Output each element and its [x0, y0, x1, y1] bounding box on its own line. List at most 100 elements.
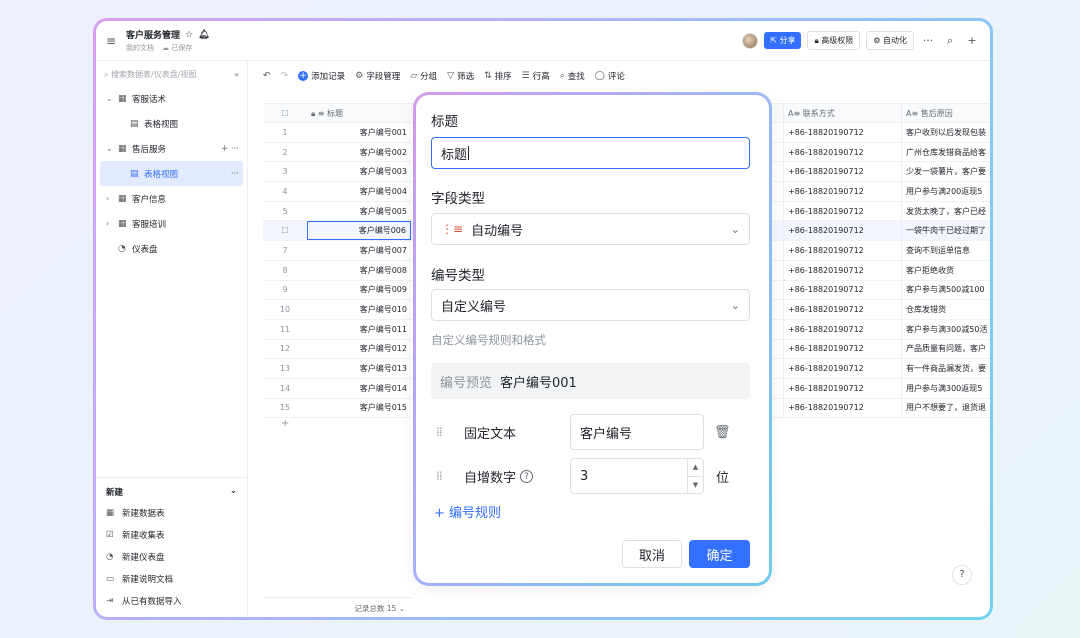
plus-icon[interactable]: + [964, 34, 980, 47]
collapse-sidebar-icon[interactable]: « [234, 70, 239, 79]
chevron-down-icon[interactable]: ⌄ [106, 94, 118, 103]
chevron-right-icon[interactable]: › [106, 194, 118, 203]
cell-reason[interactable]: 有一件商品漏发货，要 [901, 359, 990, 378]
cell-title[interactable]: 客户编号011 [307, 324, 411, 335]
share-button[interactable]: ⇱ 分享 [764, 32, 802, 49]
comment-button[interactable]: ◯ 评论 [595, 70, 625, 82]
stepper-down-icon[interactable]: ▼ [688, 475, 703, 494]
cell-contact[interactable]: +86-18820190712 [783, 142, 901, 162]
row-index[interactable]: 2 [263, 148, 307, 157]
cell-reason[interactable]: 客户参与满300减50活 [901, 319, 990, 339]
advanced-permission-button[interactable]: 🔒︎ 高级权限 [807, 31, 861, 50]
sidebar-item-service-script[interactable]: ⌄ ▦ 客服话术 [96, 86, 247, 111]
cell-reason[interactable]: 一袋牛肉干已经过期了 [901, 221, 990, 241]
group-button[interactable]: ▱ 分组 [410, 70, 437, 82]
cell-reason[interactable]: 用户不想要了，退货退 [901, 398, 990, 418]
column-header-contact[interactable]: A≡ 联系方式 [783, 104, 901, 122]
row-index[interactable]: 13 [263, 364, 307, 373]
new-dashboard-item[interactable]: ◔ 新建仪表盘 [96, 546, 247, 568]
new-section-header[interactable]: 新建 ⌄ [96, 478, 247, 502]
drag-handle-icon[interactable]: ⁞⁞ [436, 469, 452, 483]
cell-contact[interactable]: +86-18820190712 [783, 182, 901, 201]
cancel-button[interactable]: 取消 [622, 540, 682, 568]
filter-button[interactable]: ▽ 筛选 [447, 70, 474, 82]
cell-reason[interactable]: 仓库发错货 [901, 300, 990, 319]
cell-title[interactable]: 客户编号010 [307, 304, 411, 315]
cell-contact[interactable]: +86-18820190712 [783, 378, 901, 398]
confirm-button[interactable]: 确定 [689, 540, 750, 568]
add-rule-button[interactable]: + 编号规则 [434, 502, 501, 521]
chevron-down-icon[interactable]: ⌄ [230, 486, 237, 498]
row-height-button[interactable]: ☰ 行高 [522, 70, 550, 82]
row-index[interactable]: 8 [263, 266, 307, 275]
row-index[interactable]: 14 [263, 384, 307, 393]
cell-title[interactable]: 客户编号014 [307, 383, 411, 394]
cell-reason[interactable]: 查询不到运单信息 [901, 241, 990, 260]
cell-title[interactable]: 客户编号007 [307, 245, 411, 256]
more-icon[interactable]: ··· [920, 34, 936, 47]
stepper-up-icon[interactable]: ▲ [688, 459, 703, 476]
cell-contact[interactable]: +86-18820190712 [783, 241, 901, 260]
cell-title[interactable]: 客户编号001 [307, 127, 411, 138]
cell-title[interactable]: 客户编号005 [307, 206, 411, 217]
sidebar-search[interactable]: ⌕ 搜索数据表/仪表盘/视图 « [104, 69, 239, 80]
chevron-right-icon[interactable]: › [106, 219, 118, 228]
digits-stepper[interactable]: 3 ▲ ▼ [570, 458, 704, 494]
sidebar-item-grid-view-active[interactable]: ▤ 表格视图 ··· [100, 161, 243, 186]
row-index[interactable]: 3 [263, 167, 307, 176]
cell-contact[interactable]: +86-18820190712 [783, 359, 901, 378]
cell-contact[interactable]: +86-18820190712 [783, 398, 901, 418]
new-doc-item[interactable]: ▭ 新建说明文档 [96, 568, 247, 590]
cell-contact[interactable]: +86-18820190712 [783, 123, 901, 142]
help-icon[interactable]: ? [952, 565, 972, 585]
row-index[interactable]: 12 [263, 344, 307, 353]
cell-reason[interactable]: 广州仓库发错商品给客 [901, 142, 990, 162]
number-type-select[interactable]: 自定义编号 ⌄ [431, 289, 750, 321]
cell-contact[interactable]: +86-18820190712 [783, 260, 901, 280]
new-table-item[interactable]: ▦ 新建数据表 [96, 502, 247, 524]
cell-contact[interactable]: +86-18820190712 [783, 162, 901, 182]
sidebar-item-dashboard[interactable]: ◔ 仪表盘 [96, 236, 247, 261]
cell-title[interactable]: 客户编号006 [307, 221, 411, 241]
row-index[interactable]: 5 [263, 207, 307, 216]
row-index[interactable]: 4 [263, 187, 307, 196]
column-header-title[interactable]: 🔒︎ ≡ 标题 [307, 108, 411, 119]
automation-button[interactable]: ⚙ 自动化 [866, 31, 914, 50]
redo-icon[interactable]: ↷ [281, 71, 289, 81]
find-button[interactable]: ⌕ 查找 [560, 70, 585, 82]
field-manage-button[interactable]: ⚙ 字段管理 [355, 70, 400, 82]
new-form-item[interactable]: ☑ 新建收集表 [96, 524, 247, 546]
row-index[interactable]: 7 [263, 246, 307, 255]
cell-reason[interactable]: 客户收到以后发现包装 [901, 123, 990, 142]
cell-title[interactable]: 客户编号002 [307, 147, 411, 158]
title-input[interactable]: 标题 [431, 137, 750, 169]
cell-contact[interactable]: +86-18820190712 [783, 221, 901, 241]
cell-reason[interactable]: 客户拒绝收货 [901, 260, 990, 280]
add-record-button[interactable]: + 添加记录 [298, 70, 345, 82]
row-index[interactable]: 9 [263, 285, 307, 294]
cell-title[interactable]: 客户编号015 [307, 402, 411, 413]
drag-handle-icon[interactable]: ⁞⁞ [436, 425, 452, 439]
row-index[interactable]: 15 [263, 403, 307, 412]
row-index[interactable]: 11 [263, 325, 307, 334]
cell-title[interactable]: 客户编号013 [307, 363, 411, 374]
sidebar-item-after-sales[interactable]: ⌄ ▦ 售后服务 + ··· [96, 136, 247, 161]
add-more-icon[interactable]: + ··· [221, 144, 239, 154]
cell-title[interactable]: 客户编号004 [307, 186, 411, 197]
cell-contact[interactable]: +86-18820190712 [783, 339, 901, 359]
cell-reason[interactable]: 用户参与满200返现5 [901, 182, 990, 201]
cell-reason[interactable]: 用户参与满300返现5 [901, 378, 990, 398]
cell-contact[interactable]: +86-18820190712 [783, 300, 901, 319]
doc-title[interactable]: 客户服务管理 [126, 28, 180, 41]
sidebar-item-customer-info[interactable]: › ▦ 客户信息 [96, 186, 247, 211]
row-index[interactable]: 1 [263, 128, 307, 137]
menu-icon[interactable]: ≡ [106, 34, 122, 48]
trash-icon[interactable]: 🗑︎ [714, 425, 731, 440]
sort-button[interactable]: ⇅ 排序 [484, 70, 512, 82]
bell-icon[interactable]: 🔔︎ [198, 30, 209, 40]
import-data-item[interactable]: ⇥ 从已有数据导入 [96, 590, 247, 612]
select-all-checkbox[interactable]: ☐ [263, 109, 307, 118]
cell-title[interactable]: 客户编号009 [307, 284, 411, 295]
row-checkbox[interactable]: ☐ [263, 226, 307, 235]
undo-icon[interactable]: ↶ [263, 71, 271, 81]
